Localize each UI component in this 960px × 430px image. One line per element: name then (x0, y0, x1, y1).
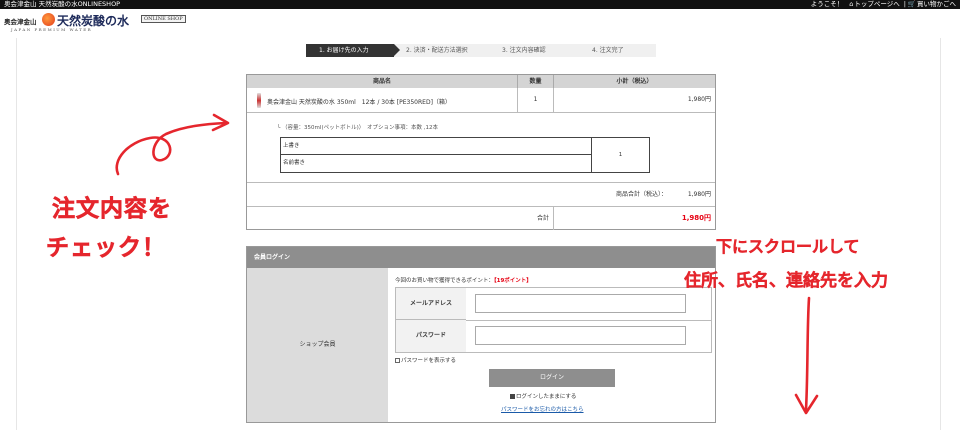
step-arrow (394, 44, 400, 56)
option-quantity: 1 (591, 138, 649, 172)
arrow-down-icon (804, 296, 811, 412)
points-info: 今回のお買い物で獲得できるポイント：【19ポイント】 (395, 276, 532, 284)
annotation-enter-address: 住所、氏名、連絡先を入力 (684, 271, 888, 291)
order-summary-table: 商品名 数量 小計（税込） 奥会津金山 天然炭酸の水 350ml 12本 / 3… (246, 74, 716, 230)
login-fields: メールアドレス パスワード (395, 287, 712, 353)
product-total-row: 商品合計（税込）： 1,980円 (247, 182, 715, 206)
password-label: パスワード (396, 320, 466, 352)
annotation-check-order-line1: 注文内容を (52, 196, 172, 223)
step-shipping-address: 1. お届け先の入力 (306, 44, 400, 57)
email-field[interactable] (475, 294, 686, 313)
step-payment-delivery: 2. 決済・配送方法選択 (394, 44, 496, 57)
option-note: └ （容量：350ml(ペットボトル)） オプション事項：本数 ,12本 (277, 125, 438, 131)
curved-arrow-right-icon (115, 121, 228, 176)
forgot-password-link[interactable]: パスワードをお忘れの方はこちら (501, 405, 584, 413)
option-table: 上書き 名前書き 1 (280, 137, 650, 173)
step-arrow (490, 44, 496, 56)
annotation-check-order-line2: チェック！ (46, 235, 166, 262)
header-subtotal: 小計（税込） (553, 75, 715, 88)
step-order-confirm: 3. 注文内容確認 (490, 44, 586, 57)
product-quantity: 1 (517, 88, 553, 112)
checked-checkbox-icon[interactable] (510, 394, 515, 399)
show-password-checkbox[interactable]: パスワードを表示する (395, 356, 456, 364)
product-thumbnail (257, 93, 261, 108)
left-page-border (16, 38, 17, 430)
top-divider: | (903, 0, 906, 8)
step-label: 1. お届け先の入力 (319, 47, 369, 54)
cart-link-label[interactable]: 買い物かごへ (917, 0, 956, 8)
grand-total-row: 合計 1,980円 (247, 206, 715, 230)
login-button[interactable]: ログイン (489, 369, 615, 387)
arrowhead-right-icon (211, 113, 230, 132)
member-type-cell: ショップ会員 (247, 268, 388, 422)
checkout-steps: 1. お届け先の入力 2. 決済・配送方法選択 3. 注文内容確認 4. 注文完… (306, 44, 656, 57)
logo-tagline: JAPAN PREMIUM WATER (11, 27, 93, 32)
step-label: 2. 決済・配送方法選択 (406, 47, 468, 54)
site-name: 奥会津金山 天然炭酸の水ONLINESHOP (4, 0, 121, 8)
step-label: 4. 注文完了 (592, 47, 624, 54)
right-page-border (940, 38, 941, 430)
option-row: 上書き (281, 138, 591, 155)
welcome-text: ようこそ！ (810, 0, 844, 8)
top-bar-links: ようこそ！ ⌂トップページへ | 🛒買い物かごへ (805, 0, 956, 9)
points-text: 今回のお買い物で獲得できるポイント： (395, 278, 494, 284)
member-login-panel: 会員ログイン ショップ会員 今回のお買い物で獲得できるポイント：【19ポイント】… (246, 246, 716, 423)
product-total-label: 商品合計（税込）： (615, 191, 667, 198)
keep-logged-in-checkbox[interactable]: ログインしたままにする (510, 392, 576, 400)
logo-small-text: 奥会津金山 (4, 18, 37, 26)
annotation-scroll-down: 下にスクロールして (716, 237, 860, 256)
product-name: 奥会津金山 天然炭酸の水 350ml 12本 / 30本 [PE350RED]（… (267, 99, 451, 106)
step-arrow (580, 44, 586, 56)
option-row: 名前書き (283, 160, 306, 166)
flame-logo-icon (42, 13, 55, 26)
top-bar: 奥会津金山 天然炭酸の水ONLINESHOP ようこそ！ ⌂トップページへ | 🛒買い… (0, 0, 960, 9)
checkbox-icon[interactable] (395, 358, 400, 363)
online-shop-badge: ONLINE SHOP (141, 15, 186, 23)
arrowhead-down-icon (794, 393, 819, 415)
header-quantity: 数量 (517, 75, 553, 88)
password-field[interactable] (475, 326, 686, 345)
cart-link[interactable]: 🛒買い物かごへ (908, 0, 956, 8)
home-link[interactable]: ⌂トップページへ (849, 0, 900, 8)
home-link-label[interactable]: トップページへ (854, 0, 899, 8)
show-password-label: パスワードを表示する (401, 358, 457, 364)
points-value: 【19ポイント】 (493, 278, 532, 284)
header-product-name: 商品名 (372, 78, 391, 85)
step-label: 3. 注文内容確認 (502, 47, 546, 54)
email-label: メールアドレス (396, 288, 466, 320)
grand-total-label: 合計 (536, 215, 549, 222)
product-total-value: 1,980円 (687, 191, 711, 198)
grand-total-value: 1,980円 (553, 207, 715, 230)
step-order-complete: 4. 注文完了 (580, 44, 656, 57)
table-row: 奥会津金山 天然炭酸の水 350ml 12本 / 30本 [PE350RED]（… (247, 88, 715, 113)
product-subtotal: 1,980円 (553, 88, 715, 112)
table-header: 商品名 数量 小計（税込） (247, 75, 715, 88)
member-label: ショップ会員 (299, 341, 336, 348)
login-header: 会員ログイン (247, 247, 715, 268)
keep-logged-in-label: ログインしたままにする (516, 394, 577, 400)
